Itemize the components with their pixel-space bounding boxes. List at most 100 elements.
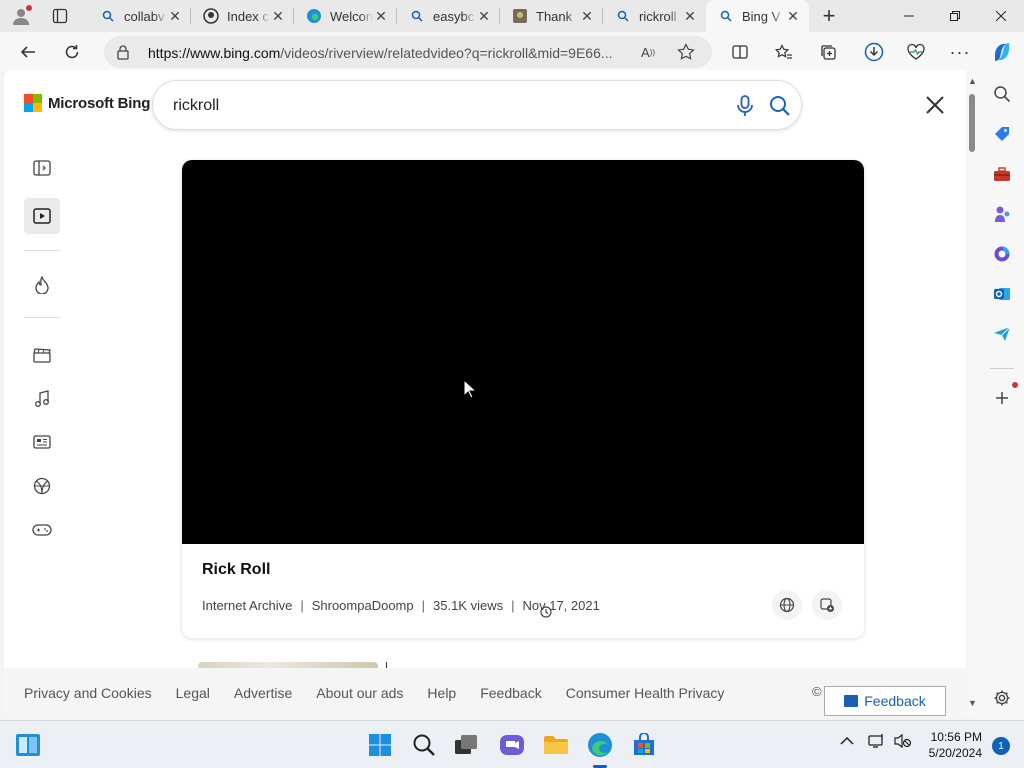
close-tab-icon[interactable]: ✕ [785, 8, 801, 24]
collapse-panel-button[interactable] [24, 150, 60, 186]
read-aloud-icon[interactable]: A)) [638, 42, 658, 62]
microsoft-store-button[interactable] [630, 731, 658, 759]
bing-logo[interactable]: Microsoft Bing [24, 94, 150, 112]
favorite-star-icon[interactable] [676, 42, 696, 62]
microphone-icon[interactable] [735, 95, 755, 117]
footer-link-help[interactable]: Help [427, 685, 456, 701]
shopping-tag-icon [995, 127, 1009, 141]
sidebar-search-button[interactable] [990, 82, 1014, 106]
sidebar-games-button[interactable] [990, 202, 1014, 226]
widgets-button[interactable] [14, 731, 42, 759]
favorites-button[interactable] [770, 38, 798, 66]
tab-easybc[interactable]: easybc ✕ [397, 0, 500, 32]
collections-button[interactable] [814, 38, 842, 66]
nav-sports[interactable] [24, 468, 60, 504]
video-player[interactable] [182, 160, 864, 544]
scroll-down-arrow-icon[interactable]: ▼ [968, 698, 977, 708]
history-clock-icon [540, 606, 552, 618]
task-view-button[interactable] [452, 731, 480, 759]
browser-essentials-button[interactable] [902, 38, 930, 66]
volume-button[interactable] [894, 733, 912, 752]
minimize-button[interactable] [886, 0, 932, 32]
search-icon[interactable] [769, 95, 791, 117]
tab-rickroll[interactable]: rickroll ✕ [603, 0, 706, 32]
video-title[interactable]: Rick Roll [202, 561, 270, 579]
downloads-button[interactable] [860, 38, 888, 66]
tab-bing-videos[interactable]: Bing V ✕ [706, 0, 809, 32]
visit-site-button[interactable] [772, 590, 802, 620]
feedback-button[interactable]: Feedback [824, 686, 946, 716]
footer-link-about-ads[interactable]: About our ads [316, 685, 403, 701]
url-host: https://www.bing.com [148, 45, 281, 61]
tab-thank[interactable]: Thank ✕ [500, 0, 603, 32]
close-tab-icon[interactable]: ✕ [476, 8, 492, 24]
edge-taskbar-button[interactable] [586, 731, 614, 759]
search-box[interactable]: rickroll [152, 80, 802, 130]
footer-link-legal[interactable]: Legal [176, 685, 210, 701]
footer-link-advertise[interactable]: Advertise [234, 685, 292, 701]
close-tab-icon[interactable]: ✕ [579, 8, 595, 24]
footer-link-feedback[interactable]: Feedback [480, 685, 541, 701]
clock-time: 10:56 PM [930, 730, 982, 744]
new-tab-button[interactable]: + [809, 0, 849, 32]
nav-movies[interactable] [24, 337, 60, 373]
back-arrow-icon [20, 46, 35, 58]
nav-video-player[interactable] [24, 198, 60, 234]
profile-button[interactable] [6, 4, 36, 28]
sidebar-drop-button[interactable] [990, 322, 1014, 346]
url-text[interactable]: https://www.bing.com/videos/riverview/re… [148, 45, 628, 61]
sidebar-shopping-button[interactable] [990, 122, 1014, 146]
close-tab-icon[interactable]: ✕ [167, 8, 183, 24]
footer-link-health-privacy[interactable]: Consumer Health Privacy [566, 685, 725, 701]
window-controls [886, 0, 1024, 32]
notification-badge[interactable]: 1 [992, 737, 1010, 755]
close-window-button[interactable] [978, 0, 1024, 32]
copilot-button[interactable] [988, 38, 1016, 66]
close-tab-icon[interactable]: ✕ [270, 8, 286, 24]
search-icon [718, 8, 734, 24]
restore-button[interactable] [932, 0, 978, 32]
tab-index[interactable]: Index c ✕ [191, 0, 294, 32]
sidebar-microsoft365-button[interactable] [990, 242, 1014, 266]
show-hidden-icons-button[interactable] [840, 733, 854, 749]
back-button[interactable] [14, 38, 42, 66]
nav-music[interactable] [24, 381, 60, 417]
file-explorer-button[interactable] [542, 731, 570, 759]
windows-taskbar: 10:56 PM 5/20/2024 1 [0, 720, 1024, 768]
nav-news[interactable] [24, 424, 60, 460]
tab-collabv[interactable]: collabv ✕ [88, 0, 191, 32]
lock-icon[interactable] [116, 44, 132, 60]
system-clock[interactable]: 10:56 PM 5/20/2024 [929, 729, 982, 761]
scroll-up-arrow-icon[interactable]: ▲ [968, 76, 977, 86]
scrollbar-thumb[interactable] [969, 94, 975, 152]
tab-actions-button[interactable] [46, 5, 74, 27]
page-scrollbar[interactable]: ▲ ▼ [966, 72, 980, 718]
teams-chat-button[interactable] [498, 731, 526, 759]
refresh-button[interactable] [58, 38, 86, 66]
search-icon [100, 8, 116, 24]
close-tab-icon[interactable]: ✕ [682, 8, 698, 24]
close-tab-icon[interactable]: ✕ [373, 8, 389, 24]
sidebar-settings-button[interactable] [990, 686, 1014, 710]
tab-welcome[interactable]: Welcon ✕ [294, 0, 397, 32]
close-video-icon[interactable] [924, 94, 946, 116]
settings-more-button[interactable]: ··· [946, 38, 974, 66]
nav-gaming[interactable] [24, 512, 60, 548]
tab-title: Welcon [330, 8, 373, 24]
page-footer: Privacy and Cookies Legal Advertise Abou… [4, 668, 966, 718]
taskbar-search-button[interactable] [410, 731, 438, 759]
address-bar[interactable]: https://www.bing.com/videos/riverview/re… [104, 36, 712, 68]
footer-link-privacy[interactable]: Privacy and Cookies [24, 685, 152, 701]
sidebar-outlook-button[interactable] [990, 282, 1014, 306]
mouse-cursor-icon [463, 379, 477, 399]
network-status-button[interactable] [868, 733, 886, 752]
search-icon [409, 8, 425, 24]
split-screen-button[interactable] [726, 38, 754, 66]
sidebar-tools-button[interactable] [990, 162, 1014, 186]
nav-trending[interactable] [24, 267, 60, 303]
search-input[interactable]: rickroll [173, 97, 219, 115]
start-button[interactable] [366, 731, 394, 759]
add-to-collections-button[interactable] [812, 590, 842, 620]
sidebar-add-button[interactable] [990, 382, 1018, 410]
more-dots-icon: ··· [949, 41, 971, 62]
